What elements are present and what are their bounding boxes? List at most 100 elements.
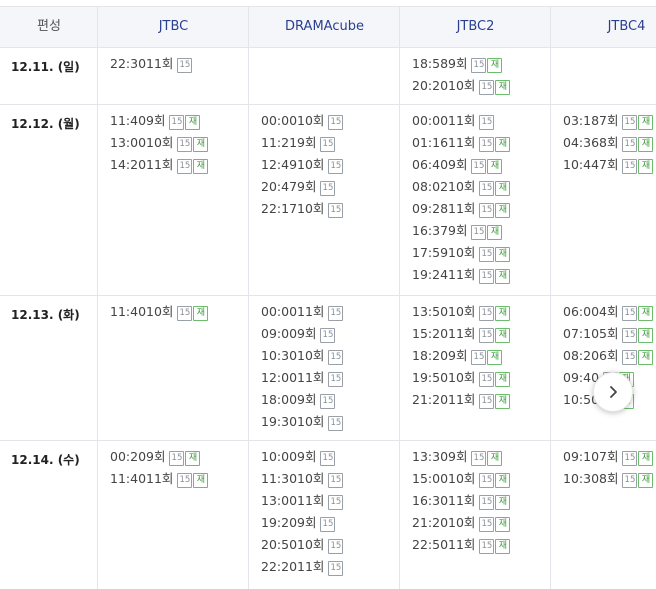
schedule-entry[interactable]: 18:009회 15: [261, 389, 343, 411]
airtime: 08:20: [563, 348, 600, 363]
schedule-entry[interactable]: 19:209회 15: [261, 512, 343, 534]
episode-number: 7회: [599, 449, 619, 464]
channel-header-jtbc[interactable]: JTBC: [98, 7, 249, 47]
schedule-entry[interactable]: 08:0210회 15 재: [412, 176, 511, 198]
airtime: 00:20: [110, 449, 147, 464]
schedule-entry[interactable]: 20:5010회 15: [261, 534, 344, 556]
age-rating-badge: 15: [320, 328, 336, 343]
schedule-entry[interactable]: 09:107회 15 재: [563, 446, 654, 468]
schedule-entry[interactable]: 13:0010회 15 재: [110, 132, 209, 154]
age-rating-badge: 15: [471, 159, 487, 174]
rerun-badge: 재: [495, 269, 511, 284]
age-rating-badge: 15: [177, 306, 193, 321]
schedule-entry[interactable]: 11:409회 15 재: [110, 110, 208, 132]
schedule-entry[interactable]: 14:2011회 15 재: [110, 154, 209, 176]
airtime: 22:20: [261, 559, 298, 574]
schedule-entry[interactable]: 13:5010회 15 재: [412, 301, 511, 323]
schedule-entry[interactable]: 19:2411회 15 재: [412, 264, 511, 286]
episode-number: 8회: [599, 471, 619, 486]
airtime: 11:30: [261, 471, 298, 486]
schedule-entry[interactable]: 06:409회 15 재: [412, 154, 510, 176]
schedule-entry[interactable]: 21:2011회 15 재: [412, 389, 511, 411]
next-button[interactable]: [593, 372, 633, 412]
episode-number: 9회: [297, 179, 317, 194]
schedule-entry[interactable]: 13:0011회 15: [261, 490, 344, 512]
airtime: 19:24: [412, 267, 449, 282]
episode-number: 11회: [448, 392, 476, 407]
schedule-entry[interactable]: 01:1611회 15 재: [412, 132, 511, 154]
episode-number: 10회: [297, 348, 325, 363]
episode-number: 11회: [448, 113, 476, 128]
schedule-entry[interactable]: 09:009회 15: [261, 323, 343, 345]
age-rating-badge: 15: [479, 203, 495, 218]
schedule-entry[interactable]: 11:219회 15: [261, 132, 343, 154]
age-rating-badge: 15: [328, 350, 344, 365]
schedule-entry[interactable]: 11:4011회 15 재: [110, 468, 209, 490]
schedule-entry[interactable]: 17:5910회 15 재: [412, 242, 511, 264]
schedule-entry[interactable]: 00:0011회 15: [261, 301, 344, 323]
age-rating-badge: 15: [320, 394, 336, 409]
age-rating-badge: 15: [479, 181, 495, 196]
schedule-entry[interactable]: 22:1710회 15: [261, 198, 344, 220]
airtime: 11:40: [110, 113, 147, 128]
column-divider: [550, 6, 551, 589]
episode-number: 11회: [448, 326, 476, 341]
schedule-entry[interactable]: 21:2010회 15 재: [412, 512, 511, 534]
schedule-entry[interactable]: 19:5010회 15 재: [412, 367, 511, 389]
schedule-entry[interactable]: 12:0011회 15: [261, 367, 344, 389]
schedule-entry[interactable]: 22:2011회 15: [261, 556, 344, 578]
schedule-entry[interactable]: 18:209회 15 재: [412, 345, 510, 367]
column-divider: [248, 6, 249, 589]
schedule-entry[interactable]: 10:308회 15 재: [563, 468, 654, 490]
rerun-badge: 재: [193, 159, 209, 174]
episode-number: 11회: [297, 304, 325, 319]
schedule-entry[interactable]: 10:009회 15: [261, 446, 343, 468]
schedule-entry[interactable]: 00:0010회 15: [261, 110, 344, 132]
schedule-entry[interactable]: 16:379회 15 재: [412, 220, 510, 242]
schedule-entry[interactable]: 22:5011회 15 재: [412, 534, 511, 556]
airtime: 22:17: [261, 201, 298, 216]
episode-number: 9회: [297, 392, 317, 407]
channel-header-jtbc4[interactable]: JTBC4: [551, 7, 656, 47]
age-rating-badge: 15: [479, 247, 495, 262]
schedule-entry[interactable]: 10:3010회 15: [261, 345, 344, 367]
schedule-entry[interactable]: 16:3011회 15 재: [412, 490, 511, 512]
schedule-entry[interactable]: 11:4010회 15 재: [110, 301, 209, 323]
episode-number: 10회: [448, 370, 476, 385]
airtime: 20:20: [412, 78, 449, 93]
schedule-entry[interactable]: 00:0011회 15: [412, 110, 510, 132]
episode-number: 10회: [448, 471, 476, 486]
schedule-cell: 00:0011회 15 01:1611회 15 재 06:409회 15 재 08:0210회 1…: [412, 110, 511, 286]
age-rating-badge: 15: [622, 306, 638, 321]
airtime: 18:58: [412, 56, 449, 71]
schedule-entry[interactable]: 11:3010회 15: [261, 468, 344, 490]
rerun-badge: 재: [638, 350, 654, 365]
schedule-entry[interactable]: 03:187회 15 재: [563, 110, 654, 132]
schedule-entry[interactable]: 10:447회 15 재: [563, 154, 654, 176]
schedule-entry[interactable]: 07:105회 15 재: [563, 323, 654, 345]
channel-header-dramacube[interactable]: DRAMAcube: [249, 7, 400, 47]
episode-number: 11회: [448, 493, 476, 508]
schedule-entry[interactable]: 08:206회 15 재: [563, 345, 654, 367]
schedule-entry[interactable]: 15:0010회 15 재: [412, 468, 511, 490]
schedule-entry[interactable]: 22:3011회 15: [110, 53, 193, 75]
age-rating-badge: 15: [177, 58, 193, 73]
schedule-entry[interactable]: 09:2811회 15 재: [412, 198, 511, 220]
schedule-entry[interactable]: 20:2010회 15 재: [412, 75, 511, 97]
schedule-entry[interactable]: 13:309회 15 재: [412, 446, 510, 468]
schedule-entry[interactable]: 06:004회 15 재: [563, 301, 654, 323]
rerun-badge: 재: [495, 306, 511, 321]
schedule-entry[interactable]: 18:589회 15 재: [412, 53, 510, 75]
age-rating-badge: 15: [479, 539, 495, 554]
airtime: 09:28: [412, 201, 449, 216]
schedule-cell: 22:3011회 15: [110, 53, 193, 75]
schedule-entry[interactable]: 19:3010회 15: [261, 411, 344, 433]
schedule-entry[interactable]: 12:4910회 15: [261, 154, 344, 176]
schedule-entry[interactable]: 15:2011회 15 재: [412, 323, 511, 345]
schedule-entry[interactable]: 04:368회 15 재: [563, 132, 654, 154]
schedule-entry[interactable]: 20:479회 15: [261, 176, 343, 198]
age-rating-badge: 15: [622, 350, 638, 365]
channel-header-jtbc2[interactable]: JTBC2: [400, 7, 551, 47]
header-label: 편성: [37, 19, 61, 34]
schedule-entry[interactable]: 00:209회 15 재: [110, 446, 208, 468]
